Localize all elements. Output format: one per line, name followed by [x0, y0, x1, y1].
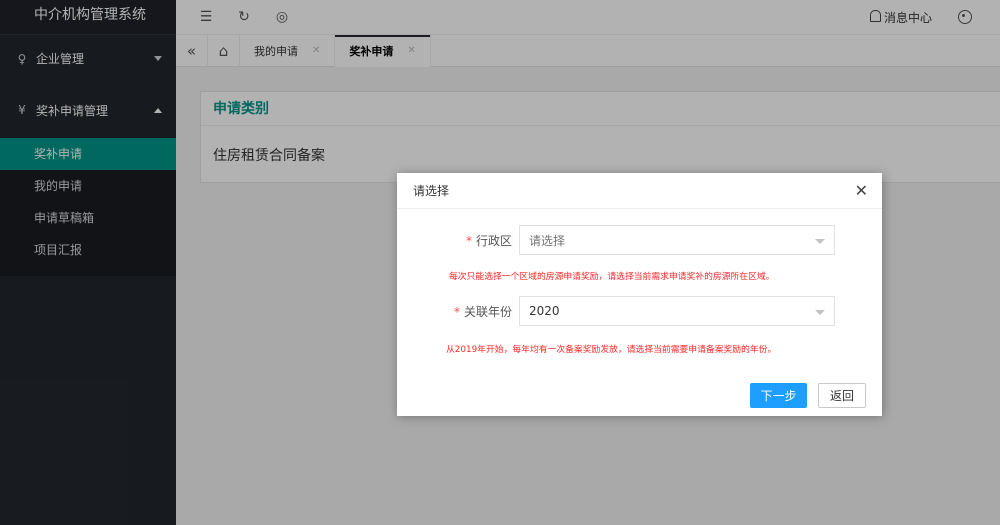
- close-icon[interactable]: ✕: [855, 173, 868, 209]
- required-mark: *: [453, 304, 460, 319]
- back-button[interactable]: 返回: [818, 383, 866, 408]
- required-mark: *: [465, 233, 472, 248]
- year-select[interactable]: 2020: [519, 296, 835, 326]
- district-row: * 行政区 请选择: [397, 225, 835, 255]
- next-step-button[interactable]: 下一步: [750, 383, 807, 408]
- district-hint: 每次只能选择一个区域的房源申请奖励，请选择当前需求申请奖补的房源所在区域。: [449, 272, 775, 282]
- district-select[interactable]: 请选择: [519, 225, 835, 255]
- year-value: 2020: [529, 304, 560, 318]
- year-label: * 关联年份: [453, 304, 512, 319]
- dialog-title: 请选择: [413, 184, 450, 198]
- district-label: * 行政区: [465, 233, 512, 248]
- chevron-down-icon: [815, 310, 825, 315]
- year-row: * 关联年份 2020: [397, 296, 835, 326]
- district-placeholder: 请选择: [529, 233, 566, 248]
- select-dialog: 请选择 ✕ * 行政区 请选择 每次只能选择一个区域的房源申请奖励，请选择当前需求…: [397, 173, 882, 416]
- chevron-down-icon: [815, 239, 825, 244]
- dialog-header: 请选择 ✕: [397, 173, 882, 209]
- year-hint: 从2019年开始，每年均有一次备案奖励发放，请选择当前需要申请备案奖励的年份。: [446, 345, 777, 355]
